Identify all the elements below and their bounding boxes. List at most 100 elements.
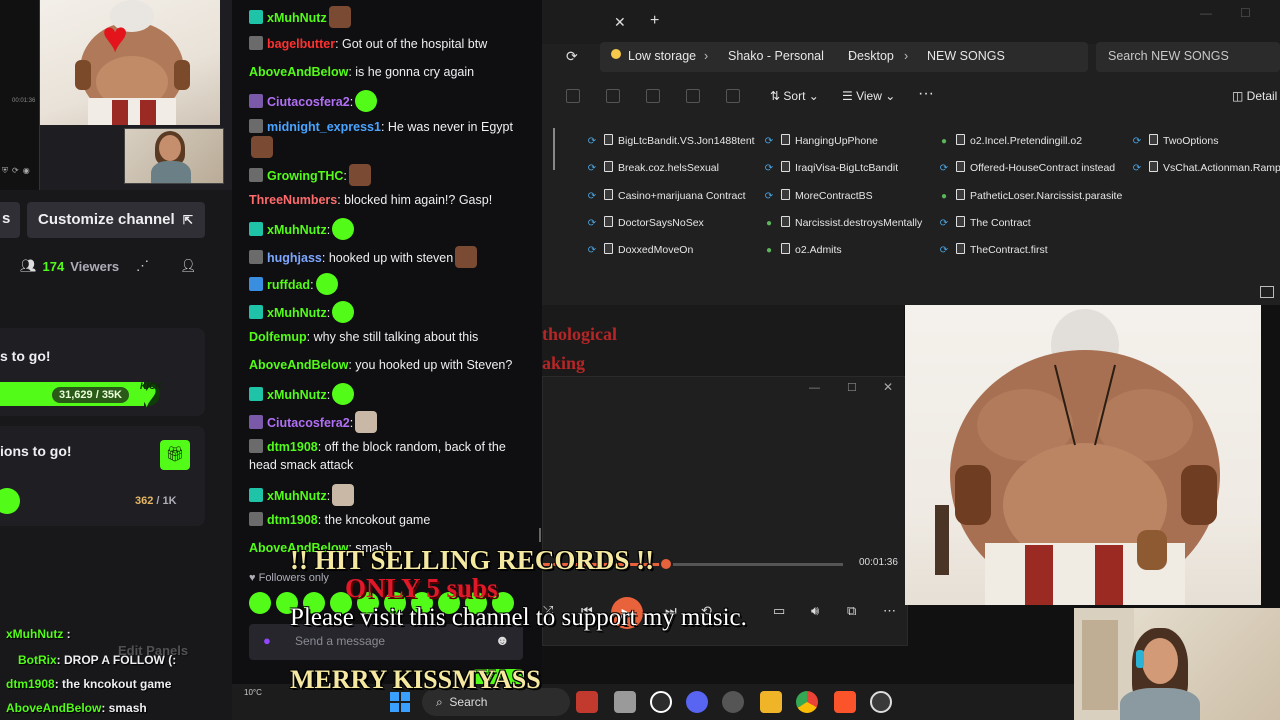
breadcrumb-shako[interactable]: Shako - Personal xyxy=(728,49,824,63)
minimize-icon[interactable]: — xyxy=(1200,6,1212,20)
file-name: BigLtcBandit.VS.Jon1488tent xyxy=(618,135,755,147)
chat-text: : xyxy=(349,95,354,109)
discord-icon[interactable] xyxy=(686,691,708,713)
chat-username[interactable]: xMuhNutz xyxy=(267,489,327,503)
chat-username[interactable]: xMuhNutz xyxy=(267,306,327,320)
add-user-icon[interactable]: 👤︎ xyxy=(180,258,197,274)
breadcrumb-new-songs[interactable]: NEW SONGS xyxy=(927,49,1005,63)
weather-widget[interactable]: 10°C xyxy=(244,688,262,697)
christmas-app-icon[interactable] xyxy=(576,691,598,713)
emote-icon[interactable] xyxy=(249,592,271,614)
file-item[interactable]: ⟳ Casino+marijuana Contract xyxy=(586,189,746,205)
file-item[interactable]: ⟳ DoctorSaysNoSex xyxy=(586,216,704,232)
channel-button[interactable]: s xyxy=(0,202,20,238)
capcut-icon[interactable] xyxy=(650,691,672,713)
seek-handle[interactable] xyxy=(659,557,673,571)
more-icon[interactable]: ⋯ xyxy=(883,603,896,619)
chat-username[interactable]: AboveAndBelow xyxy=(249,65,348,79)
synced-icon: ● xyxy=(940,136,948,147)
search-input[interactable]: Search NEW SONGS xyxy=(1096,42,1280,72)
obs-icon[interactable] xyxy=(722,691,744,713)
file-item[interactable]: ⟳ MoreContractBS xyxy=(763,189,873,205)
refresh-icon[interactable]: ⟳ xyxy=(566,48,578,65)
file-item[interactable]: ⟳ IraqiVisa-BigLtcBandit xyxy=(763,161,898,177)
emote-icon xyxy=(455,246,478,268)
delete-icon[interactable] xyxy=(726,89,740,103)
edit-panels-label[interactable]: Edit Panels xyxy=(118,643,188,658)
syncing-icon: ⟳ xyxy=(939,218,949,229)
chat-username[interactable]: GrowingTHC xyxy=(267,169,343,183)
mini-player-icon[interactable]: ⧉ xyxy=(847,603,856,619)
close-icon[interactable]: ✕ xyxy=(883,380,893,394)
chat-username[interactable]: Dolfemup xyxy=(249,330,307,344)
chat-username[interactable]: Ciutacosfera2 xyxy=(267,95,350,109)
file-item[interactable]: ⟳ HangingUpPhone xyxy=(763,134,878,150)
cast-icon[interactable]: ▭ xyxy=(773,603,785,619)
file-item[interactable]: ⟳ Offered-HouseContract instead xyxy=(938,161,1115,177)
file-item[interactable]: ⟳ DoxxedMoveOn xyxy=(586,243,693,259)
maximize-icon[interactable]: ☐ xyxy=(847,381,857,394)
chat-username[interactable]: midnight_express1 xyxy=(267,120,381,134)
chat-username[interactable]: ThreeNumbers xyxy=(249,193,337,207)
chat-username[interactable]: bagelbutter xyxy=(267,37,335,51)
media-player-icon[interactable] xyxy=(870,691,892,713)
layout-icon[interactable] xyxy=(1260,286,1274,298)
emoji-icon[interactable]: ☻ xyxy=(495,632,510,648)
file-item[interactable]: ⟳ Break.coz.helsSexual xyxy=(586,161,719,177)
chat-username[interactable]: hughjass xyxy=(267,251,322,265)
copy-icon[interactable] xyxy=(606,89,620,103)
chat-username[interactable]: AboveAndBelow xyxy=(249,358,348,372)
file-scrollbar[interactable] xyxy=(553,128,555,170)
windows-start-icon[interactable] xyxy=(390,692,410,712)
file-item[interactable]: ● Narcissist.destroysMentally xyxy=(763,216,922,232)
share-icon[interactable]: ⋰ xyxy=(136,258,149,274)
playback-time: 00:01:36 xyxy=(859,557,898,568)
file-item[interactable]: ⟳ VsChat.Actionman.Rampage xyxy=(1131,161,1280,177)
preview-controls[interactable]: ⛨ ⟳ ◉ xyxy=(2,166,30,176)
file-item[interactable]: ⟳ TheContract.first xyxy=(938,243,1048,259)
file-item[interactable]: ⟳ The Contract xyxy=(938,216,1031,232)
maximize-icon[interactable]: ☐ xyxy=(1240,6,1251,20)
file-item[interactable]: ⟳ BigLtcBandit.VS.Jon1488tent xyxy=(586,134,755,150)
chat-text: : xyxy=(326,223,331,237)
file-item[interactable]: ● o2.Admits xyxy=(763,243,842,259)
gift-icon[interactable]: 🎁︎ xyxy=(160,440,190,470)
chat-username[interactable]: dtm1908 xyxy=(267,513,318,527)
chat-scrollbar[interactable] xyxy=(539,528,541,542)
sort-button[interactable]: ⇅ Sort ⌄ xyxy=(770,89,819,103)
rename-icon[interactable] xyxy=(646,89,660,103)
chat-username[interactable]: xMuhNutz xyxy=(267,11,327,25)
customize-channel-button[interactable]: Customize channel ⇱ xyxy=(27,202,205,238)
minimize-icon[interactable]: — xyxy=(809,382,820,394)
address-bar[interactable]: Low storage › Shako - Personal › Desktop… xyxy=(600,42,1088,72)
share-icon[interactable] xyxy=(686,89,700,103)
details-pane-button[interactable]: ◫ Detail xyxy=(1232,89,1277,103)
shield-icon[interactable]: ⛨ xyxy=(2,166,8,176)
new-tab-icon[interactable]: + xyxy=(650,12,659,30)
sync-icon[interactable]: ⟳ xyxy=(12,166,19,176)
breadcrumb-desktop[interactable]: Desktop xyxy=(848,49,894,63)
overlay-merry: MERRY KISSMYASS xyxy=(290,665,541,694)
record-icon[interactable]: ◉ xyxy=(23,166,30,176)
chrome-icon[interactable] xyxy=(796,691,818,713)
more-options-button[interactable]: ··· xyxy=(918,85,934,103)
microphone-icon[interactable]: ● xyxy=(263,633,271,648)
file-item[interactable]: ⟳ TwoOptions xyxy=(1131,134,1218,150)
low-storage-label[interactable]: Low storage xyxy=(628,49,696,63)
chat-username[interactable]: dtm1908 xyxy=(267,440,318,454)
file-item[interactable]: ● o2.Incel.Pretendingill.o2 xyxy=(938,134,1082,150)
close-tab-icon[interactable]: ✕ xyxy=(614,14,626,31)
task-view-icon[interactable] xyxy=(614,691,636,713)
chat-username[interactable]: xMuhNutz xyxy=(267,388,327,402)
file-explorer-icon[interactable] xyxy=(760,691,782,713)
volume-icon[interactable]: 🔊︎ xyxy=(811,603,819,619)
view-button[interactable]: ☰ View ⌄ xyxy=(842,89,895,103)
chat-username[interactable]: ruffdad xyxy=(267,278,310,292)
chat-username[interactable]: xMuhNutz xyxy=(267,223,327,237)
emote-icon xyxy=(251,136,273,158)
file-item[interactable]: ● PatheticLoser.Narcissist.parasite xyxy=(938,189,1122,205)
brave-icon[interactable] xyxy=(834,691,856,713)
file-icon xyxy=(956,161,965,172)
chat-username[interactable]: Ciutacosfera2 xyxy=(267,416,350,430)
cut-icon[interactable] xyxy=(566,89,580,103)
